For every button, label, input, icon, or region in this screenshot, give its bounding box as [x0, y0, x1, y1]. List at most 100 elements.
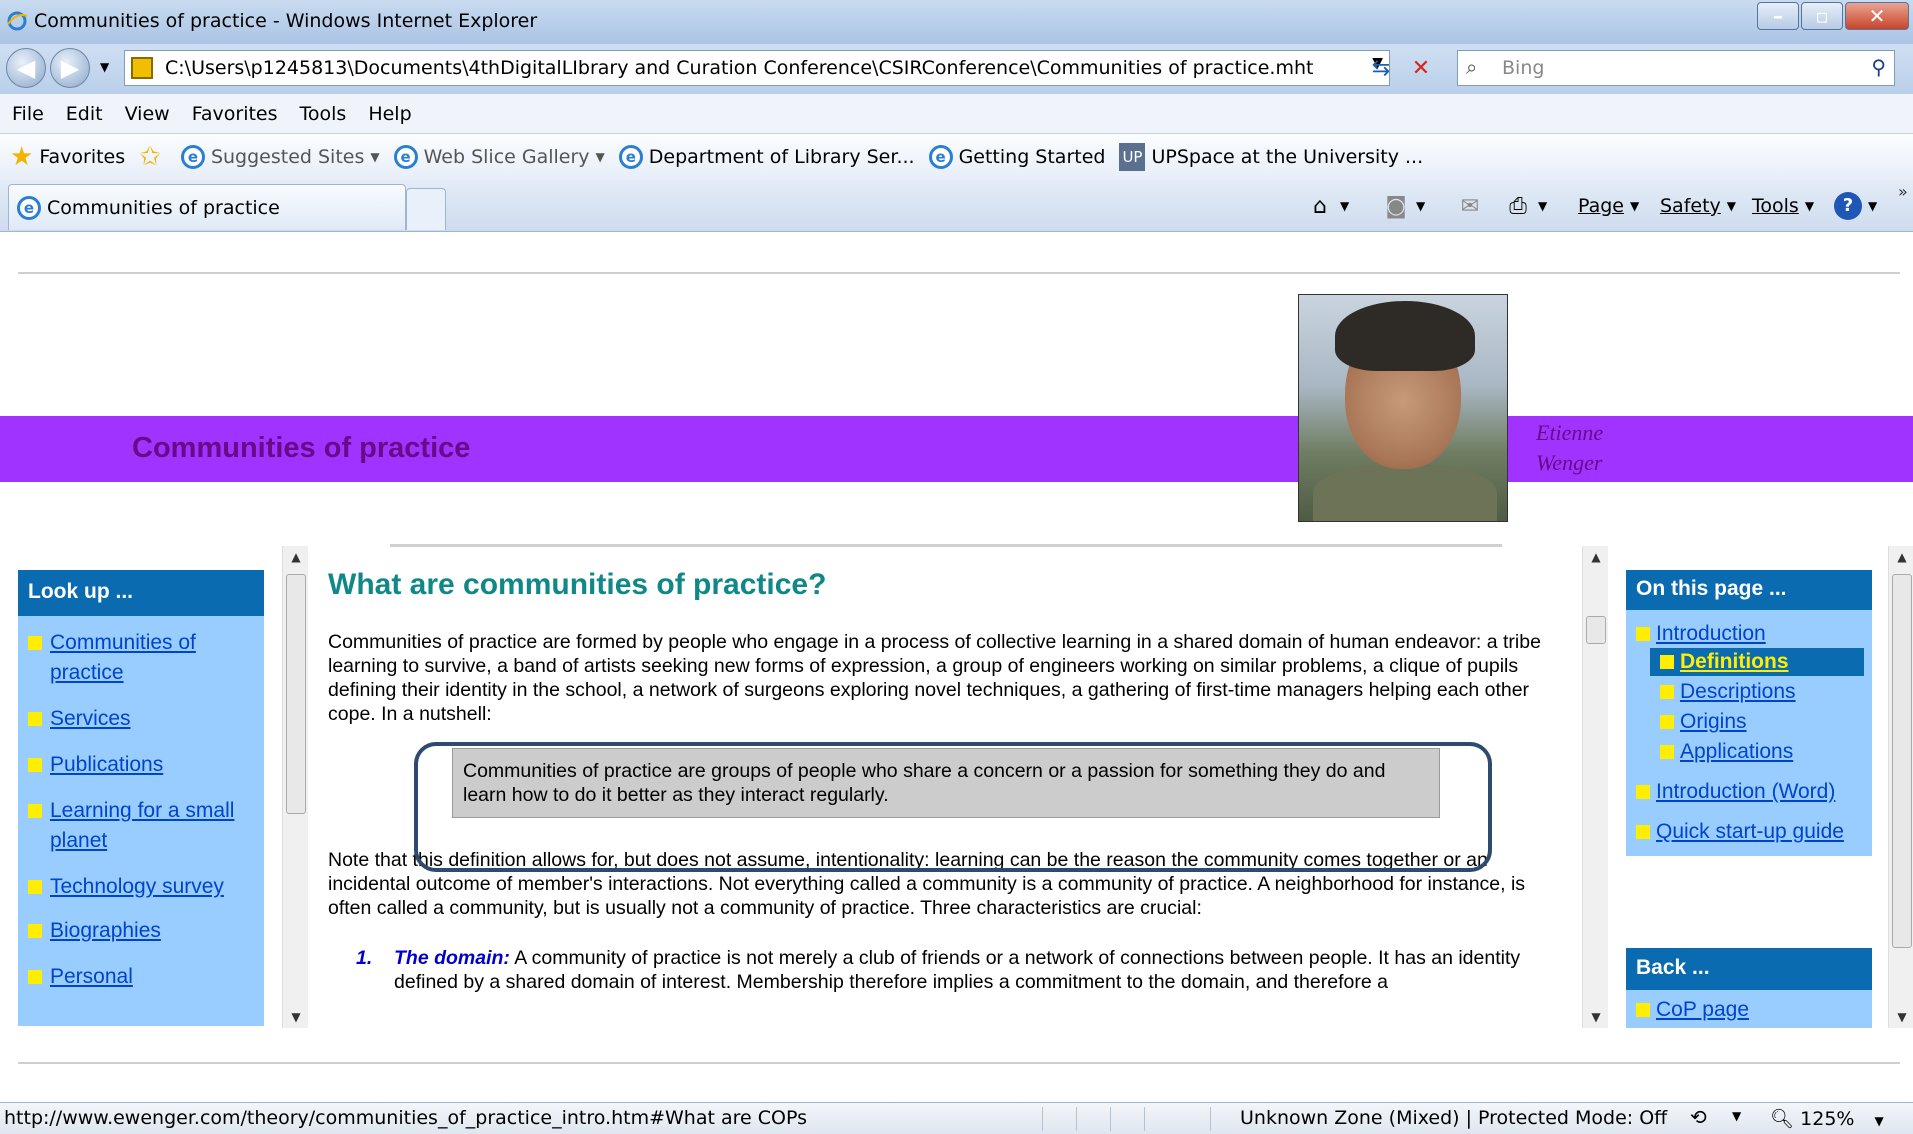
- toc-link-quick-start[interactable]: Quick start-up guide: [1626, 818, 1872, 846]
- toc-link-introduction-word[interactable]: Introduction (Word): [1626, 778, 1872, 806]
- fav-upspace[interactable]: UP UPSpace at the University ...: [1119, 143, 1423, 171]
- toc-link-definitions[interactable]: Definitions: [1650, 648, 1864, 676]
- scroll-down-icon[interactable]: ▼: [1889, 1010, 1913, 1024]
- lookup-link-learning[interactable]: Learning for a small planet: [18, 796, 264, 856]
- content-frame-scrollbar[interactable]: ▲ ▼: [1582, 546, 1608, 1028]
- lookup-link-communities[interactable]: Communities of practice: [18, 628, 264, 688]
- address-field[interactable]: C:\Users\p1245813\Documents\4thDigitalLI…: [124, 50, 1390, 86]
- toc-link-applications[interactable]: Applications: [1650, 738, 1872, 766]
- toc-link-origins[interactable]: Origins: [1650, 708, 1872, 736]
- scroll-thumb[interactable]: [1586, 616, 1606, 644]
- add-favorite-star-icon: ✩: [139, 142, 161, 172]
- chevron-down-icon[interactable]: ▼: [1732, 1109, 1741, 1123]
- help-button[interactable]: ? ▼: [1834, 190, 1877, 222]
- chevron-down-icon: ▼: [1416, 199, 1426, 213]
- search-field[interactable]: ⌕ Bing ⚲: [1457, 50, 1895, 86]
- menu-view[interactable]: View: [125, 103, 170, 125]
- back-button[interactable]: ◀: [6, 48, 46, 88]
- menu-tools[interactable]: Tools: [300, 103, 347, 125]
- scroll-up-icon[interactable]: ▲: [1583, 550, 1609, 564]
- fav-label: Suggested Sites: [210, 146, 365, 168]
- menu-edit[interactable]: Edit: [66, 103, 103, 125]
- lookup-link-services[interactable]: Services: [18, 704, 264, 734]
- author-name: Etienne Wenger: [1536, 418, 1603, 478]
- right-frame-scrollbar[interactable]: ▲ ▼: [1888, 546, 1913, 1028]
- on-this-page-header: On this page ...: [1626, 570, 1872, 610]
- home-icon: ⌂: [1313, 193, 1327, 219]
- toc-link-descriptions[interactable]: Descriptions: [1650, 678, 1872, 706]
- content-heading: What are communities of practice?: [328, 568, 827, 601]
- back-link-cop-page[interactable]: CoP page: [1626, 996, 1872, 1024]
- scroll-up-icon[interactable]: ▲: [283, 550, 309, 564]
- left-frame-scrollbar[interactable]: ▲ ▼: [282, 546, 308, 1028]
- maximize-button[interactable]: ▫: [1801, 2, 1843, 30]
- chevron-more-icon[interactable]: »: [1898, 182, 1908, 201]
- feeds-button[interactable]: ◙ ▼: [1382, 190, 1425, 222]
- fav-label: Getting Started: [958, 146, 1106, 168]
- address-row: ◀ ▶ ▼ C:\Users\p1245813\Documents\4thDig…: [0, 44, 1913, 94]
- status-separator: [1210, 1107, 1211, 1131]
- scroll-thumb[interactable]: [1892, 574, 1912, 948]
- tab-communities-of-practice[interactable]: e Communities of practice: [8, 184, 406, 230]
- lookup-link-technology[interactable]: Technology survey: [18, 872, 264, 902]
- window-controls: – ▫ ✕: [1755, 2, 1909, 32]
- new-tab-button[interactable]: [406, 188, 446, 230]
- add-to-favorites-button[interactable]: ✩: [139, 142, 167, 172]
- fav-suggested-sites[interactable]: e Suggested Sites ▼: [180, 145, 380, 169]
- fav-getting-started[interactable]: e Getting Started: [928, 145, 1106, 169]
- minimize-button[interactable]: –: [1757, 2, 1799, 30]
- status-separator: [1110, 1107, 1111, 1131]
- printer-icon: ⎙: [1509, 193, 1527, 219]
- top-divider: [18, 272, 1900, 274]
- ie-logo-icon: [7, 11, 28, 31]
- favorites-button[interactable]: ★ Favorites: [10, 142, 125, 172]
- highlight-annotation: [414, 742, 1492, 872]
- privacy-icon[interactable]: ⟲: [1690, 1105, 1707, 1129]
- menu-favorites[interactable]: Favorites: [192, 103, 278, 125]
- ie-icon: e: [618, 145, 643, 169]
- search-placeholder: Bing: [1502, 57, 1545, 79]
- search-go-icon[interactable]: ⚲: [1871, 55, 1886, 79]
- lookup-link-personal[interactable]: Personal: [18, 962, 264, 992]
- back-arrow-icon: ◀: [16, 54, 36, 82]
- scroll-down-icon[interactable]: ▼: [1583, 1010, 1609, 1024]
- lookup-link-publications[interactable]: Publications: [18, 750, 264, 780]
- compatibility-view-icon[interactable]: ⇆: [1364, 52, 1398, 84]
- ie-icon: e: [928, 145, 953, 169]
- menu-help[interactable]: Help: [368, 103, 411, 125]
- address-url[interactable]: C:\Users\p1245813\Documents\4thDigitalLI…: [165, 57, 1313, 79]
- menu-file[interactable]: File: [12, 103, 44, 125]
- chevron-down-icon: ▼: [595, 150, 605, 164]
- mail-icon: ✉: [1460, 193, 1480, 219]
- scroll-down-icon[interactable]: ▼: [283, 1010, 309, 1024]
- print-button[interactable]: ⎙ ▼: [1504, 190, 1547, 222]
- status-url: http://www.ewenger.com/theory/communitie…: [4, 1107, 807, 1129]
- stop-icon[interactable]: ✕: [1404, 52, 1438, 84]
- read-mail-button[interactable]: ✉: [1456, 190, 1484, 222]
- chevron-down-icon: ▼: [1874, 1114, 1884, 1128]
- content-divider: [390, 544, 1502, 547]
- close-window-button[interactable]: ✕: [1845, 2, 1909, 30]
- page-menu[interactable]: Page ▼: [1578, 190, 1639, 222]
- tab-label: Communities of practice: [47, 196, 280, 219]
- back-panel: Back ... CoP page: [1626, 948, 1872, 1028]
- lookup-link-biographies[interactable]: Biographies: [18, 916, 264, 946]
- security-zone[interactable]: Unknown Zone (Mixed) | Protected Mode: O…: [1240, 1107, 1667, 1129]
- fav-department-library[interactable]: e Department of Library Ser...: [618, 145, 915, 169]
- toc-link-introduction[interactable]: Introduction: [1626, 620, 1872, 648]
- safety-menu[interactable]: Safety ▼: [1660, 190, 1736, 222]
- zoom-control[interactable]: 🔍︎ 125% ▼: [1770, 1107, 1884, 1130]
- history-dropdown-icon[interactable]: ▼: [100, 60, 109, 74]
- menu-bar: File Edit View Favorites Tools Help: [0, 94, 1913, 134]
- list-text: A community of practice is not merely a …: [394, 947, 1521, 993]
- title-bar: Communities of practice - Windows Intern…: [0, 0, 1913, 44]
- fav-web-slice-gallery[interactable]: e Web Slice Gallery ▼: [393, 145, 605, 169]
- forward-button[interactable]: ▶: [50, 48, 90, 88]
- scroll-thumb[interactable]: [286, 574, 306, 814]
- chevron-down-icon: ▼: [1340, 199, 1350, 213]
- home-button[interactable]: ⌂ ▼: [1306, 190, 1349, 222]
- back-header: Back ...: [1626, 948, 1872, 990]
- tools-menu[interactable]: Tools ▼: [1752, 190, 1814, 222]
- scroll-up-icon[interactable]: ▲: [1889, 550, 1913, 564]
- page-icon: [131, 57, 153, 79]
